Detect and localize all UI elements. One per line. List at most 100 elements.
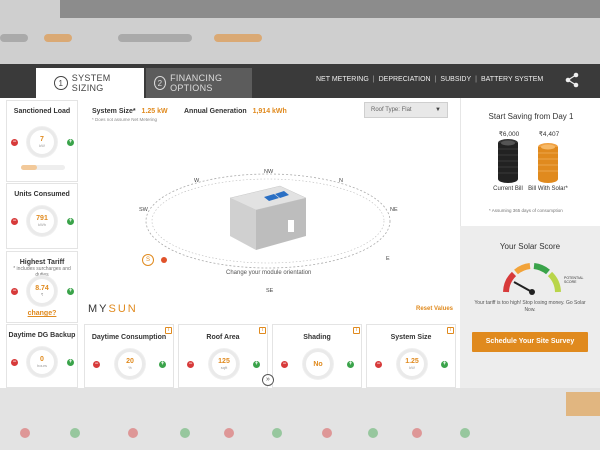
- gauge-value: 0: [40, 356, 44, 363]
- decrement-button[interactable]: −: [11, 288, 18, 295]
- decrement-button[interactable]: −: [187, 361, 194, 368]
- sanctioned-load-card: Sanctioned Load − 7 kW +: [6, 100, 78, 182]
- background-blur: [272, 428, 282, 438]
- top-bar: 1 SYSTEM SIZING 2 FINANCING OPTIONS NET …: [0, 64, 600, 98]
- gauge-value: 791: [36, 215, 48, 222]
- daytime-consumption-card: Daytime Consumption i − 20 % +: [84, 324, 174, 388]
- chevron-down-icon: ▼: [435, 107, 441, 113]
- orientation-compass[interactable]: [142, 168, 394, 274]
- current-bill-amount: ₹6,000: [498, 131, 520, 138]
- gauge-unit: %: [128, 365, 132, 370]
- decrement-button[interactable]: −: [375, 361, 382, 368]
- gauge-unit: ₹: [40, 292, 44, 297]
- link-battery-system[interactable]: BATTERY SYSTEM: [481, 76, 543, 83]
- solar-score-box: Your Solar Score POTENTIAL SCORE Your ta…: [460, 226, 600, 388]
- solar-bill-amount: ₹4,407: [538, 131, 560, 138]
- link-depreciation[interactable]: DEPRECIATION: [379, 76, 431, 83]
- link-subsidy[interactable]: SUBSIDY: [440, 76, 471, 83]
- system-size-label: System Size*: [92, 108, 136, 115]
- increment-button[interactable]: +: [441, 361, 448, 368]
- tab-financing-options[interactable]: 2 FINANCING OPTIONS: [146, 68, 252, 98]
- decrement-button[interactable]: −: [93, 361, 100, 368]
- background-blur: [322, 428, 332, 438]
- highest-tariff-card: Highest Tariff * includes surcharges and…: [6, 251, 78, 323]
- daytime-dg-backup-card: Daytime DG Backup − 0 hours +: [6, 324, 78, 388]
- decrement-button[interactable]: −: [11, 139, 18, 146]
- background-blur: [566, 392, 600, 416]
- increment-button[interactable]: +: [347, 361, 354, 368]
- decrement-button[interactable]: −: [11, 359, 18, 366]
- gauge-unit: sqft: [220, 365, 228, 370]
- increment-button[interactable]: +: [67, 218, 74, 225]
- info-icon[interactable]: i: [165, 327, 172, 334]
- units-consumed-gauge[interactable]: 791 kWh: [27, 206, 57, 236]
- current-bill-coins-icon: [498, 139, 518, 183]
- background-blur: [412, 428, 422, 438]
- scroll-down-icon[interactable]: »: [262, 374, 274, 386]
- decrement-button[interactable]: −: [11, 218, 18, 225]
- reset-values-link[interactable]: Reset Values: [416, 306, 453, 312]
- background-blur: [118, 34, 192, 42]
- tab-label: FINANCING OPTIONS: [170, 73, 223, 93]
- roof-type-select[interactable]: Roof Type: Flat ▼: [364, 102, 448, 118]
- highest-tariff-gauge[interactable]: 8.74 ₹: [27, 276, 57, 306]
- load-toggle[interactable]: [21, 165, 65, 170]
- card-title: Shading: [303, 334, 331, 341]
- results-panel: Start Saving from Day 1 ₹6,000 ₹4,407 Cu…: [460, 98, 600, 388]
- gauge-value: 7: [40, 136, 44, 143]
- daytime-consumption-gauge[interactable]: 20 %: [115, 349, 145, 379]
- compass-e: E: [386, 256, 390, 262]
- brand-my: MY: [88, 303, 109, 315]
- system-sizing-panel: System Size* 1.25 kW * Does not assume N…: [84, 98, 460, 388]
- separator: |: [434, 76, 437, 83]
- separator: |: [475, 76, 477, 83]
- savings-title: Start Saving from Day 1: [488, 112, 574, 121]
- gauge-unit: kW: [409, 365, 415, 370]
- background-blur: [20, 428, 30, 438]
- background-header: [0, 0, 600, 64]
- annual-generation-value: 1,914 kWh: [252, 108, 287, 115]
- schedule-site-survey-button[interactable]: Schedule Your Site Survey: [472, 332, 588, 352]
- change-tariff-link[interactable]: change?: [7, 310, 77, 317]
- solar-score-message: Your tariff is too high! Stop losing mon…: [474, 300, 586, 313]
- card-title: System Size: [390, 334, 432, 341]
- background-footer: [0, 388, 600, 450]
- tab-system-sizing[interactable]: 1 SYSTEM SIZING: [36, 68, 144, 98]
- annual-generation-label: Annual Generation: [184, 108, 247, 115]
- background-blur: [460, 428, 470, 438]
- background-blur: [128, 428, 138, 438]
- potential-score-label: POTENTIAL SCORE: [564, 276, 584, 284]
- brand-sun: SUN: [108, 303, 138, 315]
- dg-backup-gauge[interactable]: 0 hours: [27, 347, 57, 377]
- link-net-metering[interactable]: NET METERING: [316, 76, 369, 83]
- card-title: Daytime DG Backup: [8, 332, 76, 339]
- roof-type-value: Roof Type: Flat: [371, 107, 412, 113]
- system-size-gauge[interactable]: 1.25 kW: [397, 349, 427, 379]
- gauge-value: No: [313, 360, 323, 368]
- shading-gauge[interactable]: No: [303, 349, 333, 379]
- tab-label: SYSTEM SIZING: [71, 73, 111, 93]
- card-title: Sanctioned Load: [13, 108, 71, 115]
- increment-button[interactable]: +: [67, 139, 74, 146]
- info-icon[interactable]: i: [353, 327, 360, 334]
- sanctioned-load-gauge[interactable]: 7 kW: [27, 127, 57, 157]
- info-icon[interactable]: i: [447, 327, 454, 334]
- increment-button[interactable]: +: [159, 361, 166, 368]
- roof-area-gauge[interactable]: 125 sqft: [209, 349, 239, 379]
- increment-button[interactable]: +: [67, 288, 74, 295]
- savings-box: Start Saving from Day 1 ₹6,000 ₹4,407 Cu…: [460, 98, 600, 226]
- south-marker[interactable]: S: [142, 254, 154, 266]
- background-blur: [44, 34, 72, 42]
- load-toggle-fill: [21, 165, 37, 170]
- increment-button[interactable]: +: [67, 359, 74, 366]
- share-icon[interactable]: [564, 72, 580, 88]
- info-icon[interactable]: i: [259, 327, 266, 334]
- orientation-hint: Change your module orientation: [226, 270, 312, 276]
- separator: |: [372, 76, 375, 83]
- top-links: NET METERING | DEPRECIATION | SUBSIDY | BAT…: [316, 76, 543, 83]
- system-size-card: System Size i − 1.25 kW +: [366, 324, 456, 388]
- increment-button[interactable]: +: [253, 361, 260, 368]
- roof-area-card: Roof Area i − 125 sqft +: [178, 324, 268, 388]
- decrement-button[interactable]: −: [281, 361, 288, 368]
- brand-logo: MYSUN: [88, 303, 138, 315]
